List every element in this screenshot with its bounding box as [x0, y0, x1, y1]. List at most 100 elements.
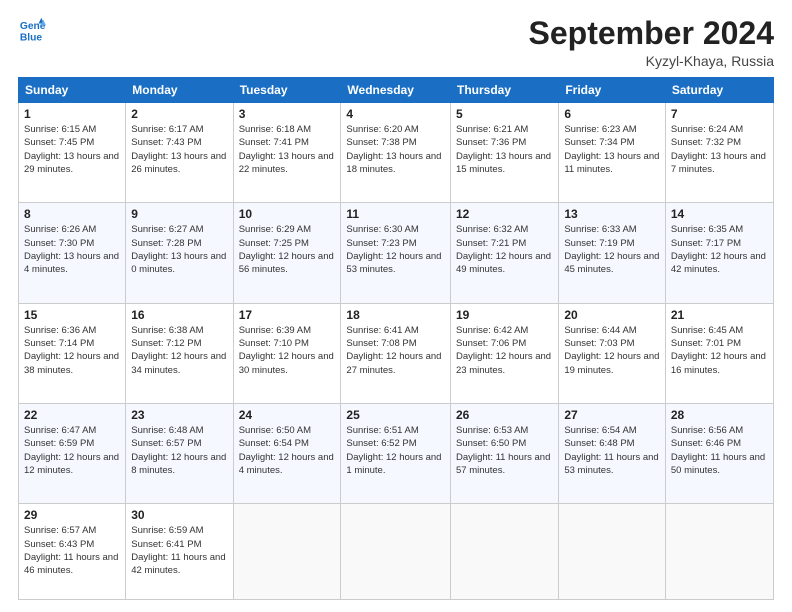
day-info: Sunrise: 6:18 AM Sunset: 7:41 PM Dayligh… — [239, 123, 336, 176]
header: General Blue September 2024 Kyzyl-Khaya,… — [18, 16, 774, 69]
day-info: Sunrise: 6:27 AM Sunset: 7:28 PM Dayligh… — [131, 223, 227, 276]
header-tuesday: Tuesday — [233, 78, 341, 103]
calendar-cell: 25 Sunrise: 6:51 AM Sunset: 6:52 PM Dayl… — [341, 404, 451, 504]
day-info: Sunrise: 6:38 AM Sunset: 7:12 PM Dayligh… — [131, 324, 227, 377]
day-number: 13 — [564, 207, 660, 221]
header-monday: Monday — [126, 78, 233, 103]
calendar-cell: 20 Sunrise: 6:44 AM Sunset: 7:03 PM Dayl… — [559, 303, 666, 403]
day-number: 3 — [239, 107, 336, 121]
day-number: 27 — [564, 408, 660, 422]
day-number: 26 — [456, 408, 553, 422]
day-number: 30 — [131, 508, 227, 522]
day-info: Sunrise: 6:48 AM Sunset: 6:57 PM Dayligh… — [131, 424, 227, 477]
day-number: 18 — [346, 308, 445, 322]
day-info: Sunrise: 6:39 AM Sunset: 7:10 PM Dayligh… — [239, 324, 336, 377]
calendar-cell: 9 Sunrise: 6:27 AM Sunset: 7:28 PM Dayli… — [126, 203, 233, 303]
header-thursday: Thursday — [451, 78, 559, 103]
calendar-cell — [451, 504, 559, 600]
calendar-cell: 18 Sunrise: 6:41 AM Sunset: 7:08 PM Dayl… — [341, 303, 451, 403]
day-info: Sunrise: 6:44 AM Sunset: 7:03 PM Dayligh… — [564, 324, 660, 377]
calendar-cell — [665, 504, 773, 600]
day-number: 2 — [131, 107, 227, 121]
month-title: September 2024 — [529, 16, 774, 51]
day-number: 21 — [671, 308, 768, 322]
calendar-cell: 3 Sunrise: 6:18 AM Sunset: 7:41 PM Dayli… — [233, 103, 341, 203]
location: Kyzyl-Khaya, Russia — [529, 53, 774, 69]
weekday-header-row: Sunday Monday Tuesday Wednesday Thursday… — [19, 78, 774, 103]
calendar-cell: 23 Sunrise: 6:48 AM Sunset: 6:57 PM Dayl… — [126, 404, 233, 504]
calendar-cell: 8 Sunrise: 6:26 AM Sunset: 7:30 PM Dayli… — [19, 203, 126, 303]
calendar-cell: 6 Sunrise: 6:23 AM Sunset: 7:34 PM Dayli… — [559, 103, 666, 203]
day-number: 1 — [24, 107, 120, 121]
calendar-cell: 5 Sunrise: 6:21 AM Sunset: 7:36 PM Dayli… — [451, 103, 559, 203]
calendar-cell: 24 Sunrise: 6:50 AM Sunset: 6:54 PM Dayl… — [233, 404, 341, 504]
day-info: Sunrise: 6:56 AM Sunset: 6:46 PM Dayligh… — [671, 424, 768, 477]
day-number: 24 — [239, 408, 336, 422]
day-info: Sunrise: 6:51 AM Sunset: 6:52 PM Dayligh… — [346, 424, 445, 477]
day-info: Sunrise: 6:21 AM Sunset: 7:36 PM Dayligh… — [456, 123, 553, 176]
day-number: 6 — [564, 107, 660, 121]
day-info: Sunrise: 6:50 AM Sunset: 6:54 PM Dayligh… — [239, 424, 336, 477]
day-info: Sunrise: 6:17 AM Sunset: 7:43 PM Dayligh… — [131, 123, 227, 176]
day-number: 9 — [131, 207, 227, 221]
day-number: 14 — [671, 207, 768, 221]
calendar-cell: 27 Sunrise: 6:54 AM Sunset: 6:48 PM Dayl… — [559, 404, 666, 504]
day-info: Sunrise: 6:42 AM Sunset: 7:06 PM Dayligh… — [456, 324, 553, 377]
calendar-cell: 17 Sunrise: 6:39 AM Sunset: 7:10 PM Dayl… — [233, 303, 341, 403]
day-number: 29 — [24, 508, 120, 522]
logo: General Blue — [18, 16, 46, 44]
logo-icon: General Blue — [18, 16, 46, 44]
calendar-cell: 13 Sunrise: 6:33 AM Sunset: 7:19 PM Dayl… — [559, 203, 666, 303]
day-number: 8 — [24, 207, 120, 221]
day-info: Sunrise: 6:32 AM Sunset: 7:21 PM Dayligh… — [456, 223, 553, 276]
svg-text:Blue: Blue — [20, 32, 43, 43]
calendar-cell: 2 Sunrise: 6:17 AM Sunset: 7:43 PM Dayli… — [126, 103, 233, 203]
day-number: 22 — [24, 408, 120, 422]
calendar-cell: 16 Sunrise: 6:38 AM Sunset: 7:12 PM Dayl… — [126, 303, 233, 403]
calendar-cell: 30 Sunrise: 6:59 AM Sunset: 6:41 PM Dayl… — [126, 504, 233, 600]
day-info: Sunrise: 6:24 AM Sunset: 7:32 PM Dayligh… — [671, 123, 768, 176]
title-block: September 2024 Kyzyl-Khaya, Russia — [529, 16, 774, 69]
calendar-cell: 11 Sunrise: 6:30 AM Sunset: 7:23 PM Dayl… — [341, 203, 451, 303]
day-info: Sunrise: 6:20 AM Sunset: 7:38 PM Dayligh… — [346, 123, 445, 176]
calendar-table: Sunday Monday Tuesday Wednesday Thursday… — [18, 77, 774, 600]
day-number: 15 — [24, 308, 120, 322]
calendar-cell — [559, 504, 666, 600]
calendar-cell: 14 Sunrise: 6:35 AM Sunset: 7:17 PM Dayl… — [665, 203, 773, 303]
calendar-cell: 28 Sunrise: 6:56 AM Sunset: 6:46 PM Dayl… — [665, 404, 773, 504]
calendar-cell: 29 Sunrise: 6:57 AM Sunset: 6:43 PM Dayl… — [19, 504, 126, 600]
day-number: 10 — [239, 207, 336, 221]
calendar-cell: 1 Sunrise: 6:15 AM Sunset: 7:45 PM Dayli… — [19, 103, 126, 203]
day-number: 28 — [671, 408, 768, 422]
day-number: 25 — [346, 408, 445, 422]
day-number: 7 — [671, 107, 768, 121]
day-number: 16 — [131, 308, 227, 322]
day-info: Sunrise: 6:45 AM Sunset: 7:01 PM Dayligh… — [671, 324, 768, 377]
day-number: 12 — [456, 207, 553, 221]
day-number: 11 — [346, 207, 445, 221]
calendar-cell: 26 Sunrise: 6:53 AM Sunset: 6:50 PM Dayl… — [451, 404, 559, 504]
calendar-cell: 22 Sunrise: 6:47 AM Sunset: 6:59 PM Dayl… — [19, 404, 126, 504]
calendar-cell: 4 Sunrise: 6:20 AM Sunset: 7:38 PM Dayli… — [341, 103, 451, 203]
calendar-cell: 21 Sunrise: 6:45 AM Sunset: 7:01 PM Dayl… — [665, 303, 773, 403]
day-number: 19 — [456, 308, 553, 322]
day-info: Sunrise: 6:33 AM Sunset: 7:19 PM Dayligh… — [564, 223, 660, 276]
header-sunday: Sunday — [19, 78, 126, 103]
day-info: Sunrise: 6:36 AM Sunset: 7:14 PM Dayligh… — [24, 324, 120, 377]
day-number: 5 — [456, 107, 553, 121]
day-info: Sunrise: 6:29 AM Sunset: 7:25 PM Dayligh… — [239, 223, 336, 276]
header-friday: Friday — [559, 78, 666, 103]
day-number: 23 — [131, 408, 227, 422]
calendar-cell: 10 Sunrise: 6:29 AM Sunset: 7:25 PM Dayl… — [233, 203, 341, 303]
calendar-page: General Blue September 2024 Kyzyl-Khaya,… — [0, 0, 792, 612]
calendar-cell: 12 Sunrise: 6:32 AM Sunset: 7:21 PM Dayl… — [451, 203, 559, 303]
day-info: Sunrise: 6:15 AM Sunset: 7:45 PM Dayligh… — [24, 123, 120, 176]
day-info: Sunrise: 6:47 AM Sunset: 6:59 PM Dayligh… — [24, 424, 120, 477]
calendar-cell: 15 Sunrise: 6:36 AM Sunset: 7:14 PM Dayl… — [19, 303, 126, 403]
day-info: Sunrise: 6:35 AM Sunset: 7:17 PM Dayligh… — [671, 223, 768, 276]
day-number: 20 — [564, 308, 660, 322]
calendar-cell: 7 Sunrise: 6:24 AM Sunset: 7:32 PM Dayli… — [665, 103, 773, 203]
day-info: Sunrise: 6:59 AM Sunset: 6:41 PM Dayligh… — [131, 524, 227, 577]
day-info: Sunrise: 6:30 AM Sunset: 7:23 PM Dayligh… — [346, 223, 445, 276]
day-info: Sunrise: 6:41 AM Sunset: 7:08 PM Dayligh… — [346, 324, 445, 377]
